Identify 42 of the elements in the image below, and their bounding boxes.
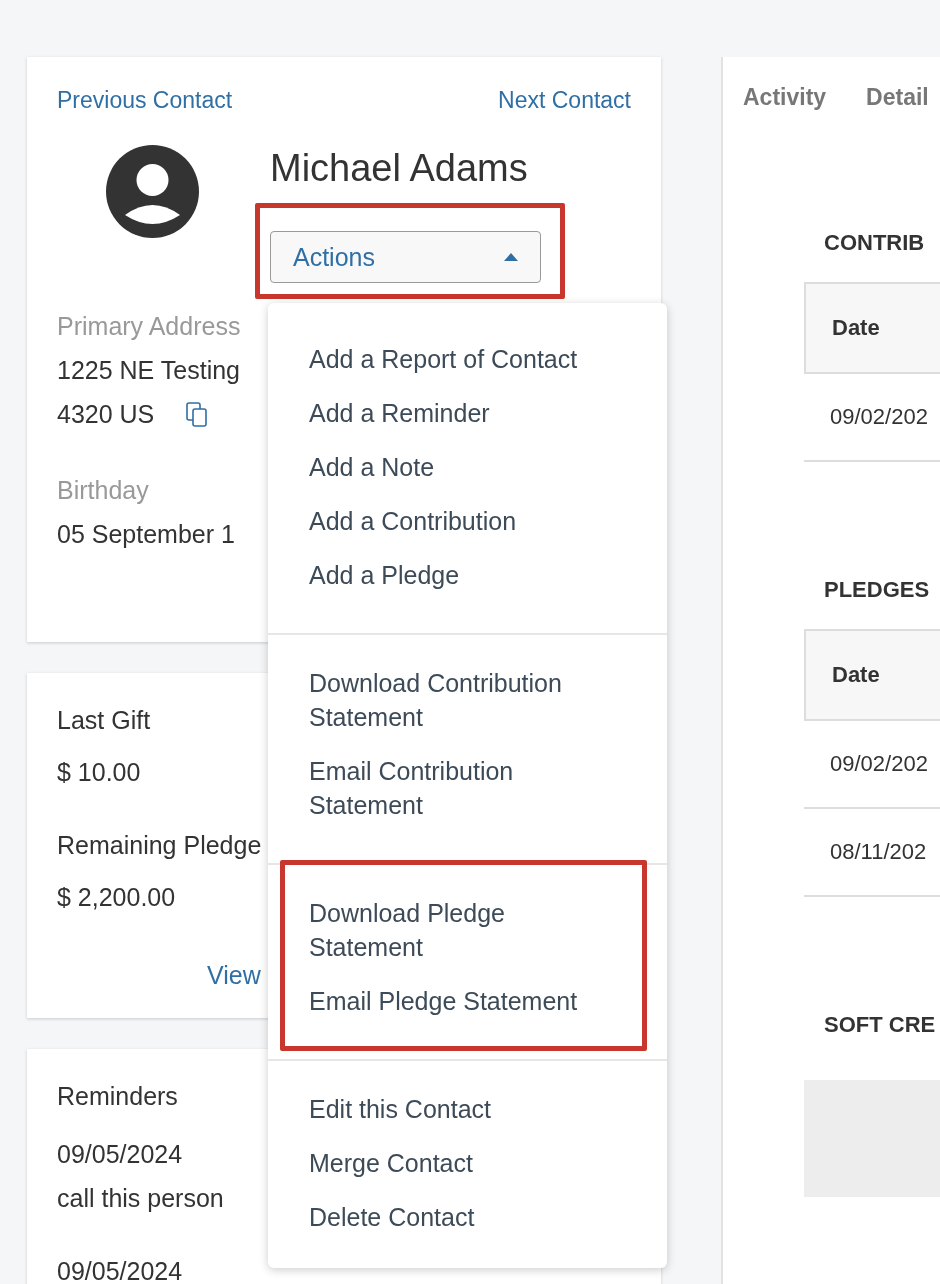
field-value: 4320 US (57, 399, 155, 430)
field-value: 05 September 1 (57, 519, 235, 550)
table-cell: 08/11/202 (804, 809, 940, 897)
reminder-text: call this person (57, 1183, 224, 1214)
copy-icon (186, 401, 208, 427)
actions-dropdown-button[interactable]: Actions (270, 231, 541, 283)
tab[interactable]: Activity (743, 80, 827, 114)
next-contact-link[interactable]: Next Contact (498, 85, 631, 115)
previous-contact-link[interactable]: Previous Contact (57, 85, 233, 115)
summary-value: $ 10.00 (57, 757, 141, 788)
field-label: Birthday (57, 475, 149, 506)
contact-name: Michael Adams (270, 146, 529, 191)
reminders-title: Reminders (57, 1081, 178, 1112)
menu-item[interactable]: Email Contribution Statement (268, 744, 667, 832)
reminder-date: 09/05/2024 (57, 1256, 183, 1284)
table-cell: 09/02/202 (804, 374, 940, 462)
menu-item[interactable]: Add a Report of Contact (268, 332, 667, 386)
table-header: Date (804, 282, 940, 374)
menu-item[interactable]: Email Pledge Statement (268, 974, 667, 1028)
menu-item[interactable]: Add a Reminder (268, 386, 667, 440)
table-cell: 09/02/202 (804, 721, 940, 809)
field-value: 1225 NE Testing (57, 355, 240, 386)
menu-item[interactable]: Add a Pledge (268, 548, 667, 602)
avatar-icon (106, 145, 199, 238)
tab[interactable]: Detail (866, 80, 929, 114)
reminder-date: 09/05/2024 (57, 1139, 183, 1170)
section-title: CONTRIB (824, 229, 926, 257)
summary-label: Last Gift (57, 705, 151, 736)
section-title: SOFT CRE (824, 1011, 937, 1039)
summary-value: $ 2,200.00 (57, 882, 176, 913)
table-header: Date (804, 629, 940, 721)
menu-item[interactable]: Add a Note (268, 440, 667, 494)
menu-item[interactable]: Merge Contact (268, 1136, 667, 1190)
menu-item[interactable]: Download Pledge Statement (268, 886, 667, 974)
menu-item[interactable]: Add a Contribution (268, 494, 667, 548)
field-label: Primary Address (57, 311, 241, 342)
section-title: PLEDGES (824, 576, 931, 604)
summary-label: Remaining Pledge (57, 830, 262, 861)
menu-item[interactable]: Download Contribution Statement (268, 656, 667, 744)
view-link[interactable]: View (207, 949, 261, 1001)
menu-item[interactable]: Edit this Contact (268, 1082, 667, 1136)
menu-item[interactable]: Delete Contact (268, 1190, 667, 1244)
